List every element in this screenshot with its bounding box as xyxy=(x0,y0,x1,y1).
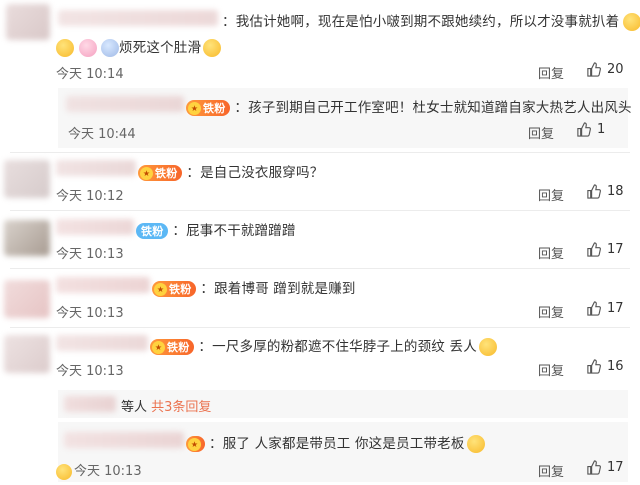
reply-button[interactable]: 回复 xyxy=(538,63,564,82)
laugh-emoji-icon xyxy=(56,39,74,57)
like-button[interactable]: 17 xyxy=(586,301,624,316)
comment-item: 铁粉 ：屁事不干就蹭蹭蹭 今天 10:13 回复 17 xyxy=(0,212,640,264)
like-button[interactable]: 1 xyxy=(576,122,605,137)
fan-badge-icon: ★ xyxy=(188,437,201,451)
sub-comment-item: ★ ：服了 人家都是带员工 你这是员工带老板 今天 10:13 回复 17 xyxy=(0,422,640,482)
fan-badge-icon: ★ xyxy=(152,340,165,354)
thumbs-up-icon xyxy=(587,301,601,316)
reply-button[interactable]: 回复 xyxy=(528,123,554,142)
like-count: 20 xyxy=(607,62,624,77)
comment-time: 今天 10:13 xyxy=(56,460,142,480)
username[interactable] xyxy=(66,96,184,112)
avatar[interactable] xyxy=(6,4,50,40)
like-button[interactable]: 20 xyxy=(586,62,624,77)
thumbs-up-icon xyxy=(587,242,601,257)
more-replies-who: 等人 xyxy=(121,400,148,415)
comment-text: ：我估计她啊，现在是怕小啵到期不跟她续约，所以才没事就扒着 xyxy=(222,10,640,31)
fan-badge-icon: ★ xyxy=(140,166,153,180)
comment-item: ★ 铁粉 ：一尺多厚的粉都遮不住华脖子上的颈纹 丢人 今天 10:13 回复 16 xyxy=(0,329,640,383)
like-count: 18 xyxy=(607,184,624,199)
fan-badge[interactable]: ★ 铁粉 xyxy=(186,100,231,116)
smile-emoji-icon xyxy=(623,13,640,31)
comment-text: ★ 铁粉 ：是自己没衣服穿吗？ xyxy=(138,161,323,181)
more-replies-link[interactable]: 等人 共3条回复 xyxy=(121,396,211,415)
smile-emoji-icon xyxy=(466,435,485,453)
like-count: 1 xyxy=(597,122,606,137)
comment-text: 铁粉 ：屁事不干就蹭蹭蹭 xyxy=(136,219,296,239)
fan-badge-icon: ★ xyxy=(188,101,201,115)
like-button[interactable]: 17 xyxy=(586,242,624,257)
avatar[interactable] xyxy=(4,335,50,373)
divider xyxy=(10,268,630,269)
like-button[interactable]: 18 xyxy=(586,184,624,199)
like-button[interactable]: 17 xyxy=(586,460,624,475)
comment-text-line2: 烦死这个肚滑 xyxy=(56,36,222,57)
comment-time: 今天 10:13 xyxy=(56,364,124,379)
reply-button[interactable]: 回复 xyxy=(538,302,564,321)
like-count: 17 xyxy=(607,460,624,475)
sub-comment-item: ★ 铁粉 ：孩子到期自己开工作室吧！杜女士就知道蹭自家大热艺人出风头 今天 10:4… xyxy=(0,88,640,148)
pig-emoji-icon xyxy=(78,39,97,57)
comment-item: ：我估计她啊，现在是怕小啵到期不跟她续约，所以才没事就扒着 烦死这个肚滑 今天 … xyxy=(0,0,640,85)
reply-button[interactable]: 回复 xyxy=(538,243,564,262)
reply-button[interactable]: 回复 xyxy=(538,461,564,480)
eyeroll-emoji-icon xyxy=(203,39,222,57)
comment-item: ★ 铁粉 ：是自己没衣服穿吗？ 今天 10:12 回复 18 xyxy=(0,154,640,206)
fan-badge[interactable]: ★ 铁粉 xyxy=(152,281,197,297)
reply-button[interactable]: 回复 xyxy=(538,185,564,204)
grin-emoji-icon xyxy=(478,338,497,356)
comment-item: ★ 铁粉 ：跟着博哥 蹭到就是赚到 今天 10:13 回复 17 xyxy=(0,270,640,326)
like-count: 16 xyxy=(607,359,624,374)
thumbs-up-icon xyxy=(587,184,601,199)
comment-text: ★ 铁粉 ：孩子到期自己开工作室吧！杜女士就知道蹭自家大热艺人出风头 xyxy=(186,96,632,116)
thumbs-up-icon xyxy=(587,460,601,475)
laugh-emoji-icon xyxy=(56,463,72,480)
like-count: 17 xyxy=(607,242,624,257)
thumbs-up-icon xyxy=(587,359,601,374)
comment-time: 今天 10:44 xyxy=(68,127,136,142)
comment-time: 今天 10:13 xyxy=(56,306,124,321)
like-count: 17 xyxy=(607,301,624,316)
username[interactable] xyxy=(56,160,136,176)
comment-text: ★ ：服了 人家都是带员工 你这是员工带老板 xyxy=(186,432,485,453)
avatar[interactable] xyxy=(4,160,50,198)
comment-time: 今天 10:14 xyxy=(56,67,124,82)
comment-text: ★ 铁粉 ：跟着博哥 蹭到就是赚到 xyxy=(152,277,356,297)
panda-emoji-icon xyxy=(101,39,119,57)
divider xyxy=(10,210,630,211)
username[interactable] xyxy=(56,277,150,293)
comment-time: 今天 10:13 xyxy=(56,247,124,262)
username[interactable] xyxy=(64,396,116,412)
like-button[interactable]: 16 xyxy=(586,359,624,374)
divider xyxy=(10,152,630,153)
thumbs-up-icon xyxy=(577,122,591,137)
more-replies-count[interactable]: 共3条回复 xyxy=(151,400,211,415)
fan-badge[interactable]: ★ 铁粉 xyxy=(150,339,195,355)
thumbs-up-icon xyxy=(587,62,601,77)
fan-badge[interactable]: ★ xyxy=(186,436,205,452)
fan-badge[interactable]: ★ 铁粉 xyxy=(138,165,183,181)
divider xyxy=(10,327,630,328)
comment-text: ★ 铁粉 ：一尺多厚的粉都遮不住华脖子上的颈纹 丢人 xyxy=(150,335,497,356)
comment-time: 今天 10:12 xyxy=(56,189,124,204)
avatar[interactable] xyxy=(4,220,50,256)
fan-badge-icon: ★ xyxy=(154,282,167,296)
reply-button[interactable]: 回复 xyxy=(538,360,564,379)
fan-badge[interactable]: 铁粉 xyxy=(136,223,169,239)
username[interactable] xyxy=(58,10,218,26)
username[interactable] xyxy=(56,219,134,235)
username[interactable] xyxy=(64,432,184,448)
avatar[interactable] xyxy=(4,280,50,318)
username[interactable] xyxy=(56,335,148,351)
